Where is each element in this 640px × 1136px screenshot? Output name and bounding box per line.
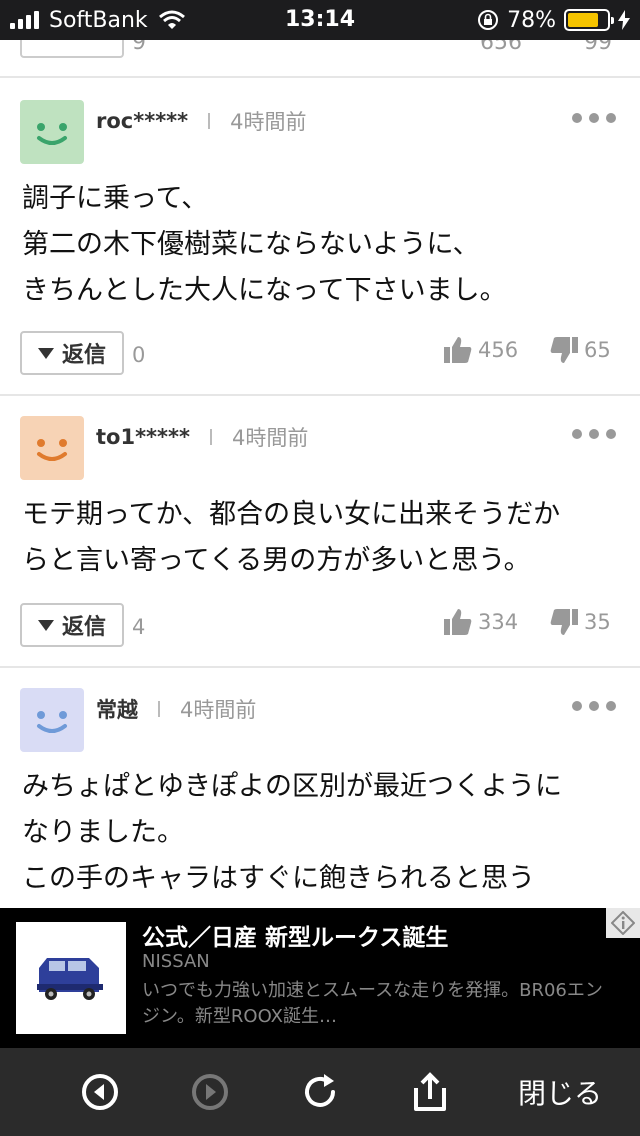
car-icon (37, 958, 103, 1000)
more-options-icon[interactable] (572, 698, 616, 714)
share-button[interactable] (400, 1048, 460, 1136)
avatar[interactable] (20, 100, 84, 164)
comment-item: roc***** 4時間前 調子に乗って、 第二の木下優樹菜にならないように、 … (0, 80, 640, 396)
more-options-icon[interactable] (572, 110, 616, 126)
ad-description: いつでも力強い加速とスムースな走りを発揮。BR06エンジン。新型ROOX誕生… (142, 980, 603, 1027)
dislike-button[interactable]: 65 (550, 337, 611, 363)
username[interactable]: 常越 (96, 694, 138, 724)
ad-brand: NISSAN (142, 951, 210, 972)
dislike-count: 99 (584, 40, 612, 55)
ad-title[interactable]: 公式／日産 新型ルークス誕生 (142, 918, 448, 952)
comment-text: みちょぱとゆきぽよの区別が最近つくように なりました。 この手のキャラはすぐに飽… (22, 764, 622, 902)
ad-image[interactable] (16, 922, 126, 1034)
forward-button[interactable] (180, 1048, 240, 1136)
reply-label: 返信 (61, 615, 106, 640)
comment-line: 調子に乗って、 (22, 183, 209, 214)
dislike-count: 35 (584, 610, 611, 634)
username[interactable]: to1***** (96, 425, 190, 449)
comment-line: この手のキャラはすぐに飽きられると思う (22, 863, 535, 894)
triangle-down-icon (37, 619, 54, 631)
like-count: 656 (480, 40, 522, 55)
smiley-face-icon (37, 439, 67, 461)
reload-icon (305, 1074, 335, 1107)
smiley-face-icon (37, 123, 67, 145)
battery-percent: 78% (507, 7, 556, 33)
like-count: 334 (478, 610, 519, 634)
reply-button[interactable] (20, 40, 124, 58)
comment-line: きちんとした大人になって下さいまし。 (22, 275, 507, 306)
thumbs-down-icon (550, 337, 578, 363)
smiley-face-icon (37, 711, 67, 733)
triangle-down-icon (37, 347, 54, 359)
ad-info-icon[interactable] (606, 908, 640, 938)
battery-icon (564, 9, 614, 31)
comment-line: みちょぱとゆきぽよの区別が最近つくように (22, 771, 562, 802)
like-button[interactable]: 334 (444, 609, 518, 635)
reload-button[interactable] (290, 1048, 350, 1136)
close-label: 閉じる (517, 1077, 602, 1110)
thumbs-down-icon (550, 609, 578, 635)
back-button[interactable] (70, 1048, 130, 1136)
comment-text: 調子に乗って、 第二の木下優樹菜にならないように、 きちんとした大人になって下さ… (22, 176, 622, 314)
divider (208, 113, 211, 129)
previous-comment-tail: 9 656 99 (0, 40, 640, 78)
like-count: 456 (478, 338, 519, 362)
dislike-count: 65 (584, 338, 611, 362)
comment-line: らと言い寄ってくる男の方が多いと思う。 (22, 545, 531, 576)
comment-item: to1***** 4時間前 モテ期ってか、都合の良い女に出来そうだか らと言い寄… (0, 396, 640, 668)
reply-label: 返信 (61, 343, 106, 368)
comment-actions: 返信 0 456 65 (0, 331, 640, 375)
forward-circle-icon (192, 1074, 228, 1110)
avatar[interactable] (20, 688, 84, 752)
comment-line: 第二の木下優樹菜にならないように、 (22, 229, 480, 260)
reply-count: 4 (132, 615, 146, 639)
thumbs-up-icon (444, 337, 472, 363)
info-icon (611, 911, 635, 935)
reply-button[interactable]: 返信 (20, 603, 124, 647)
browser-toolbar: 閉じる (0, 1048, 640, 1136)
comment-line: なりました。 (22, 817, 184, 848)
reply-count: 0 (132, 343, 146, 367)
back-circle-icon (82, 1074, 118, 1110)
comment-item: 常越 4時間前 みちょぱとゆきぽよの区別が最近つくように なりました。 この手の… (0, 668, 640, 908)
share-icon (414, 1072, 446, 1111)
reply-count: 9 (132, 40, 146, 55)
comment-text: モテ期ってか、都合の良い女に出来そうだか らと言い寄ってくる男の方が多いと思う。 (22, 492, 622, 584)
charging-icon (618, 10, 630, 30)
thumbs-up-icon (444, 609, 472, 635)
avatar[interactable] (20, 416, 84, 480)
like-button[interactable]: 456 (444, 337, 518, 363)
dislike-button[interactable]: 35 (550, 609, 611, 635)
comment-line: モテ期ってか、都合の良い女に出来そうだか (22, 499, 561, 530)
divider (158, 701, 160, 717)
close-button[interactable]: 閉じる (500, 1048, 620, 1136)
timestamp: 4時間前 (180, 698, 257, 722)
timestamp: 4時間前 (232, 426, 309, 450)
ad-banner[interactable]: 公式／日産 新型ルークス誕生 NISSAN いつでも力強い加速とスムースな走りを… (0, 908, 640, 1048)
status-bar: SoftBank 13:14 78% (0, 0, 640, 40)
more-options-icon[interactable] (572, 426, 616, 442)
username[interactable]: roc***** (96, 109, 188, 133)
rotation-lock-icon (478, 10, 499, 30)
divider (210, 429, 212, 445)
timestamp: 4時間前 (230, 110, 307, 134)
comment-actions: 返信 4 334 35 (0, 603, 640, 647)
reply-button[interactable]: 返信 (20, 331, 124, 375)
